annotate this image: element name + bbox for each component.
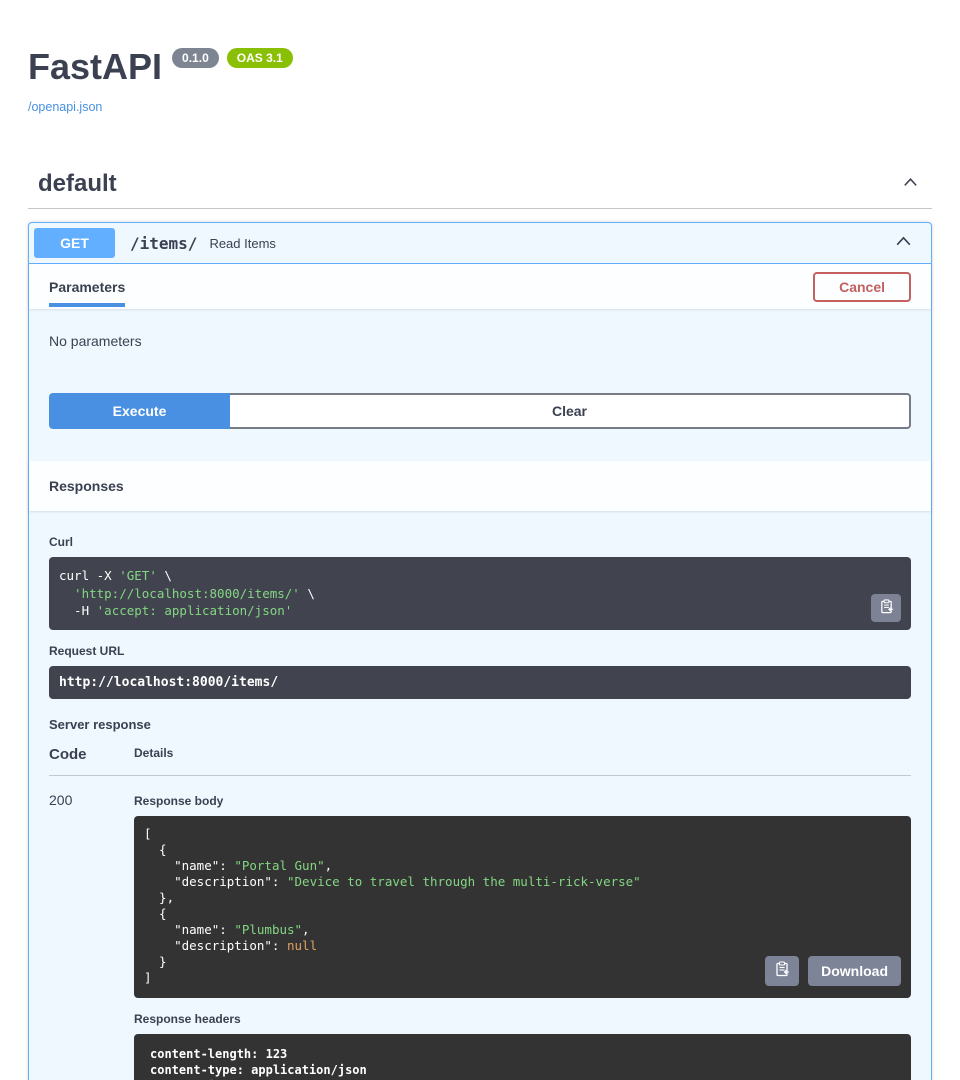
status-code: 200 <box>49 792 134 1080</box>
copy-curl-button[interactable] <box>871 594 901 622</box>
opblock-summary[interactable]: GET /items/ Read Items <box>29 223 931 264</box>
curl-line1: curl -X 'GET' \ <box>59 568 172 583</box>
opblock-body: Parameters Cancel No parameters Execute … <box>29 264 931 1080</box>
server-response-label: Server response <box>49 717 911 732</box>
tag-section-header[interactable]: default <box>28 170 932 209</box>
response-body-label: Response body <box>134 794 911 808</box>
response-row: 200 Response body [ { "name": "Portal Gu… <box>49 776 911 1080</box>
request-url-value: http://localhost:8000/items/ <box>49 666 911 699</box>
http-method-badge: GET <box>34 228 115 258</box>
chevron-up-icon <box>893 240 914 255</box>
operation-path: /items/ <box>130 234 197 253</box>
operation-summary-text: Read Items <box>209 236 891 251</box>
openapi-spec-link[interactable]: /openapi.json <box>28 100 102 114</box>
cancel-button[interactable]: Cancel <box>813 272 911 302</box>
section-collapse-button[interactable] <box>899 171 922 197</box>
execute-button[interactable]: Execute <box>49 393 230 429</box>
no-parameters-text: No parameters <box>49 333 142 349</box>
response-headers-block: content-length: 123 content-type: applic… <box>134 1034 911 1080</box>
curl-label: Curl <box>49 535 911 549</box>
api-title: FastAPI <box>28 46 162 88</box>
info-header: FastAPI 0.1.0 OAS 3.1 /openapi.json <box>0 0 960 116</box>
execute-wrapper: Execute Clear <box>29 393 931 461</box>
api-title-row: FastAPI 0.1.0 OAS 3.1 <box>28 46 932 88</box>
opblock-collapse-button[interactable] <box>891 229 916 257</box>
clipboard-copy-icon <box>774 961 790 980</box>
request-url-label: Request URL <box>49 644 911 658</box>
clipboard-copy-icon <box>879 599 894 617</box>
version-badge: 0.1.0 <box>172 48 219 68</box>
api-wrapper: default GET /items/ Read Items Parameter… <box>28 170 932 1080</box>
curl-line3: -H 'accept: application/json' <box>59 603 292 618</box>
curl-command-block: curl -X 'GET' \ 'http://localhost:8000/i… <box>49 557 911 630</box>
tag-section-title: default <box>38 170 117 198</box>
copy-response-button[interactable] <box>765 956 799 986</box>
responses-section-header: Responses <box>29 461 931 511</box>
tab-parameters[interactable]: Parameters <box>49 266 125 307</box>
badges: 0.1.0 OAS 3.1 <box>172 48 293 68</box>
response-body-actions: Download <box>765 956 901 986</box>
curl-line2: 'http://localhost:8000/items/' \ <box>59 586 315 601</box>
clear-button[interactable]: Clear <box>230 393 911 429</box>
response-table-header: Code Details <box>49 746 911 776</box>
response-details-cell: Response body [ { "name": "Portal Gun", … <box>134 792 911 1080</box>
download-button[interactable]: Download <box>808 956 901 986</box>
parameters-section-header: Parameters Cancel <box>29 264 931 309</box>
details-column-header: Details <box>134 746 173 763</box>
responses-wrapper: Curl curl -X 'GET' \ 'http://localhost:8… <box>29 511 931 1080</box>
code-column-header: Code <box>49 746 134 763</box>
oas-badge: OAS 3.1 <box>227 48 293 68</box>
response-headers-label: Response headers <box>134 1012 911 1026</box>
opblock-get-items: GET /items/ Read Items Parameters Cancel… <box>28 222 932 1080</box>
response-body-block: [ { "name": "Portal Gun", "description":… <box>134 816 911 998</box>
parameters-container: No parameters <box>29 309 931 393</box>
responses-header-title: Responses <box>49 478 124 494</box>
chevron-up-icon <box>901 180 920 195</box>
